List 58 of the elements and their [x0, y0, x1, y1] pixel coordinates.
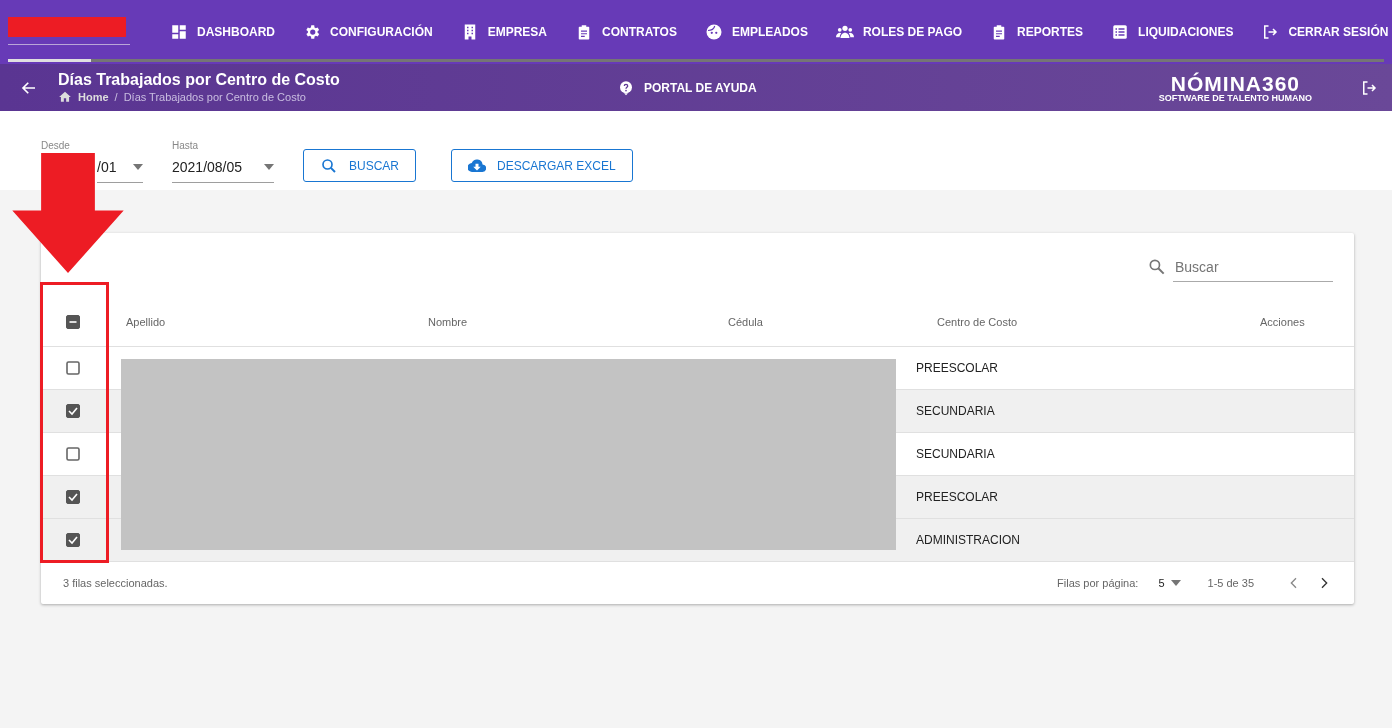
search-icon	[1147, 257, 1167, 277]
column-header[interactable]: Centro de Costo	[916, 315, 1225, 328]
column-header[interactable]: Apellido	[105, 315, 407, 328]
page-range: 1-5 de 35	[1207, 577, 1254, 589]
table-cell-text: PREESCOLAR	[916, 490, 1000, 504]
logo-tagline: SOFTWARE DE TALENTO HUMANO	[1158, 93, 1312, 103]
search-icon	[320, 156, 338, 175]
checkbox[interactable]	[66, 361, 80, 375]
date-field[interactable]: /01	[97, 152, 143, 183]
checkbox[interactable]	[66, 314, 80, 329]
cloud-download-icon	[468, 156, 486, 175]
logout-button[interactable]	[1360, 78, 1378, 97]
nav-link[interactable]: EMPRESA	[446, 12, 561, 52]
table-cell-text: SECUNDARIA	[916, 404, 996, 418]
help-link[interactable]: PORTAL DE AYUDA	[644, 80, 757, 95]
nav-link[interactable]: CONTRATOS	[561, 12, 691, 52]
nav-link[interactable]: LIQUIDACIONES	[1097, 12, 1248, 52]
checkbox[interactable]	[66, 404, 80, 418]
nav-link[interactable]: DASHBOARD	[156, 12, 289, 52]
nav-link[interactable]: CERRAR SESIÓN	[1247, 12, 1392, 52]
rows-per-page-label: Filas por página:	[1057, 577, 1139, 589]
nav-link[interactable]: CONFIGURACIÓN	[289, 12, 447, 52]
field-label: Desde	[41, 140, 70, 152]
checkbox[interactable]	[66, 490, 80, 504]
table-cell-text: SECUNDARIA	[916, 447, 996, 461]
nav-link[interactable]: EMPLEADOS	[690, 12, 822, 52]
caret-icon	[1170, 580, 1181, 586]
caret-icon	[133, 164, 143, 170]
home-icon	[58, 89, 72, 104]
field-label: Hasta	[172, 140, 199, 152]
page-title: Días Trabajados por Centro de Costo	[58, 70, 341, 89]
logout-icon	[1360, 78, 1378, 97]
checkbox[interactable]	[66, 447, 80, 461]
search-input[interactable]: Buscar	[1173, 252, 1333, 282]
face-icon	[704, 23, 723, 41]
column-header[interactable]: Nombre	[407, 315, 707, 328]
selection-count: 3 filas seleccionadas.	[63, 577, 169, 589]
nav-link[interactable]: ROLES DE PAGO	[821, 12, 977, 52]
table-cell-text: ADMINISTRACION	[916, 533, 1021, 547]
download-button[interactable]: DESCARGAR EXCEL	[451, 149, 633, 182]
list-icon	[1111, 23, 1130, 41]
logo-name: NÓMINA360	[1170, 72, 1300, 94]
breadcrumb-separator: /	[114, 89, 118, 105]
column-header[interactable]: Acciones	[1225, 315, 1354, 328]
dashboard-icon	[170, 23, 188, 41]
column-header[interactable]: Cédula	[707, 315, 916, 328]
nav-link[interactable]: REPORTES	[976, 12, 1098, 52]
date-field[interactable]: 2021/08/05	[172, 152, 274, 183]
breadcrumb-current: Días Trabajados por Centro de Costo	[123, 89, 306, 105]
help-icon	[618, 79, 634, 96]
breadcrumb-link[interactable]: Home	[78, 88, 109, 105]
people-icon	[835, 23, 854, 41]
table-cell-text: PREESCOLAR	[916, 361, 1000, 375]
rows-per-page-select[interactable]: 5	[1158, 577, 1208, 589]
search-button[interactable]: BUSCAR	[303, 149, 416, 182]
caret-icon	[264, 164, 274, 170]
logout-icon	[1261, 23, 1280, 41]
checkbox[interactable]	[66, 533, 80, 547]
